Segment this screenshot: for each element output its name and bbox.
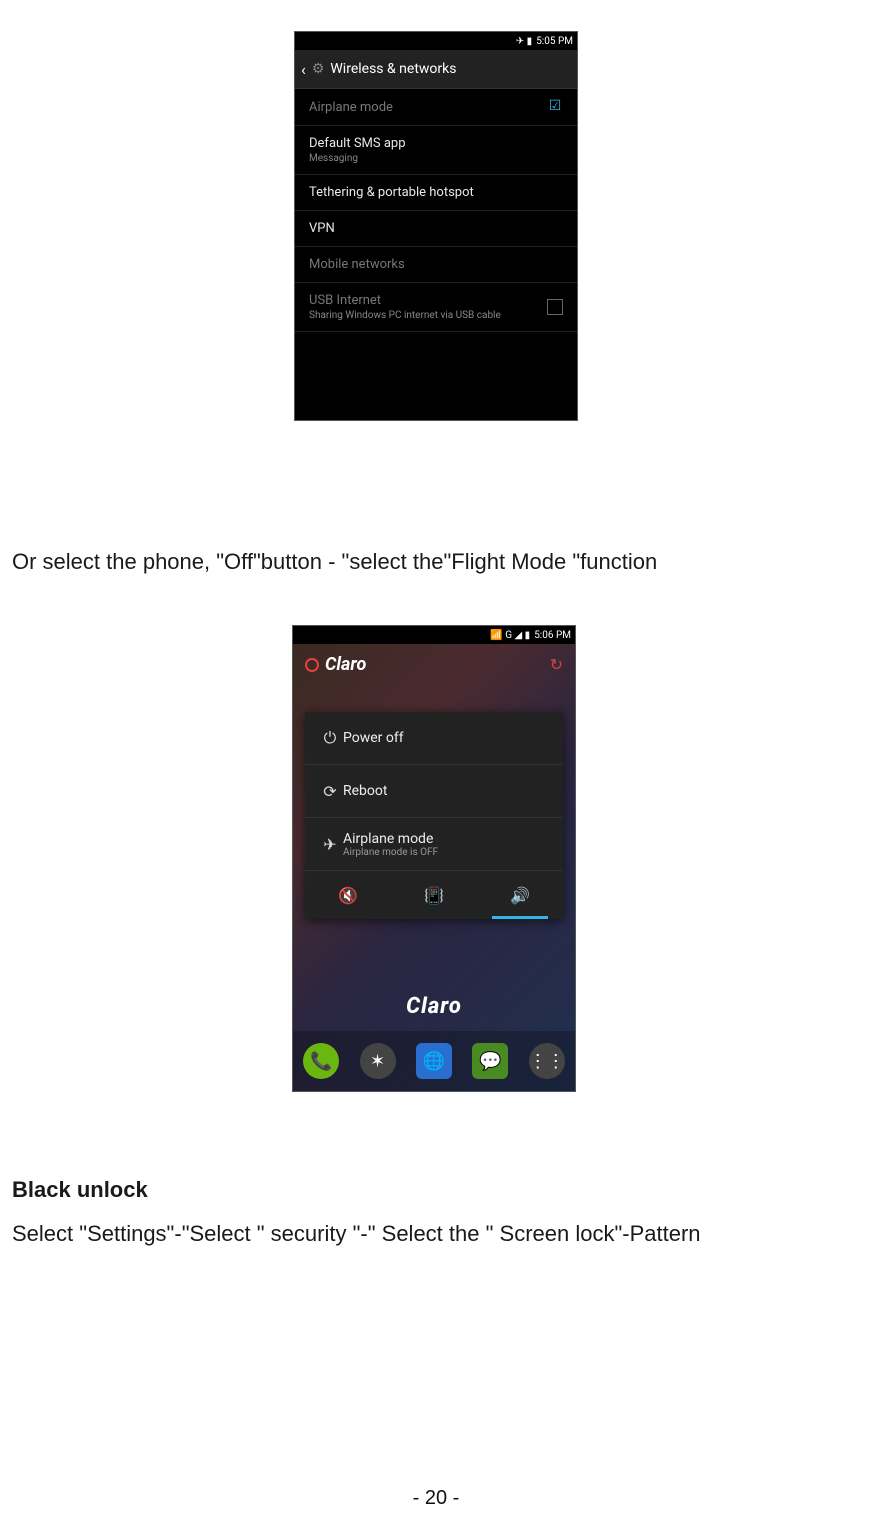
power-menu-poweroff[interactable]: ⏻ Power off bbox=[305, 712, 563, 765]
app-dock: 📞 ✶ 🌐 💬 ⋮⋮ bbox=[293, 1031, 575, 1091]
speaker-icon: 🔊 bbox=[510, 886, 530, 905]
settings-item-label: Default SMS app bbox=[309, 136, 563, 151]
signal-status-icon: 📶 G ◢ ▮ bbox=[490, 630, 530, 641]
screenshot-power-menu: 📶 G ◢ ▮ 5:06 PM Claro ↻ ⏻ Power off ⟳ Re… bbox=[292, 625, 576, 1092]
checkbox-off-icon bbox=[547, 299, 563, 315]
status-time: 5:06 PM bbox=[534, 630, 571, 641]
refresh-icon[interactable]: ↻ bbox=[550, 655, 563, 674]
settings-item-usb-internet: USB Internet Sharing Windows PC internet… bbox=[295, 283, 577, 332]
settings-item-label: Airplane mode bbox=[309, 100, 393, 115]
settings-item-tethering[interactable]: Tethering & portable hotspot bbox=[295, 175, 577, 211]
settings-item-airplane[interactable]: Airplane mode ☑ bbox=[295, 89, 577, 126]
status-bar: ✈ ▮ 5:05 PM bbox=[295, 32, 577, 50]
settings-item-sublabel: Messaging bbox=[309, 153, 563, 164]
power-menu-label: Power off bbox=[343, 730, 404, 746]
settings-item-label: VPN bbox=[309, 221, 335, 236]
section-heading: Black unlock bbox=[12, 1175, 852, 1205]
settings-title: Wireless & networks bbox=[330, 61, 456, 77]
browser-app-icon[interactable]: 🌐 bbox=[416, 1043, 452, 1079]
power-menu-label: Airplane mode bbox=[343, 831, 438, 847]
power-menu: ⏻ Power off ⟳ Reboot ✈ Airplane mode Air… bbox=[305, 712, 563, 919]
sound-vibrate[interactable]: 📳 bbox=[391, 871, 477, 919]
vibrate-icon: 📳 bbox=[424, 886, 444, 905]
instruction-paragraph: Or select the phone, "Off"button - "sele… bbox=[12, 547, 852, 577]
instruction-paragraph: Select "Settings"-"Select " security "-"… bbox=[12, 1219, 852, 1249]
settings-item-sublabel: Sharing Windows PC internet via USB cabl… bbox=[309, 310, 501, 321]
power-menu-reboot[interactable]: ⟳ Reboot bbox=[305, 765, 563, 818]
reboot-icon: ⟳ bbox=[317, 782, 343, 801]
search-widget[interactable]: Claro ↻ bbox=[293, 644, 575, 685]
settings-titlebar[interactable]: ‹ ⚙ Wireless & networks bbox=[295, 50, 577, 89]
sound-mode-row: 🔇 📳 🔊 bbox=[305, 871, 563, 919]
claro-logo-icon bbox=[305, 658, 319, 672]
settings-item-label: Tethering & portable hotspot bbox=[309, 185, 474, 200]
claro-app-icon[interactable]: ✶ bbox=[360, 1043, 396, 1079]
screenshot-wireless-networks: ✈ ▮ 5:05 PM ‹ ⚙ Wireless & networks Airp… bbox=[294, 31, 578, 421]
power-icon: ⏻ bbox=[317, 728, 343, 748]
settings-item-mobile-networks: Mobile networks bbox=[295, 247, 577, 283]
messaging-app-icon[interactable]: 💬 bbox=[472, 1043, 508, 1079]
power-menu-label: Reboot bbox=[343, 783, 387, 799]
app-drawer-icon[interactable]: ⋮⋮ bbox=[529, 1043, 565, 1079]
sound-normal[interactable]: 🔊 bbox=[477, 871, 563, 919]
airplane-status-icon: ✈ ▮ bbox=[516, 36, 532, 47]
carrier-label: Claro bbox=[325, 654, 366, 675]
mute-icon: 🔇 bbox=[338, 886, 358, 905]
home-carrier-label: Claro bbox=[293, 994, 575, 1019]
settings-item-label: USB Internet bbox=[309, 293, 501, 308]
gear-icon: ⚙ bbox=[312, 61, 331, 77]
settings-item-vpn[interactable]: VPN bbox=[295, 211, 577, 247]
back-icon[interactable]: ‹ bbox=[295, 60, 312, 79]
power-menu-sublabel: Airplane mode is OFF bbox=[343, 847, 438, 858]
status-time: 5:05 PM bbox=[536, 36, 573, 47]
settings-item-sms[interactable]: Default SMS app Messaging bbox=[295, 126, 577, 175]
settings-item-label: Mobile networks bbox=[309, 257, 405, 272]
checkbox-on-icon[interactable]: ☑ bbox=[547, 99, 563, 115]
sound-silent[interactable]: 🔇 bbox=[305, 871, 391, 919]
dialer-app-icon[interactable]: 📞 bbox=[303, 1043, 339, 1079]
airplane-icon: ✈ bbox=[317, 835, 343, 854]
page-number: - 20 - bbox=[0, 1487, 872, 1510]
power-menu-airplane[interactable]: ✈ Airplane mode Airplane mode is OFF bbox=[305, 818, 563, 871]
status-bar: 📶 G ◢ ▮ 5:06 PM bbox=[293, 626, 575, 644]
